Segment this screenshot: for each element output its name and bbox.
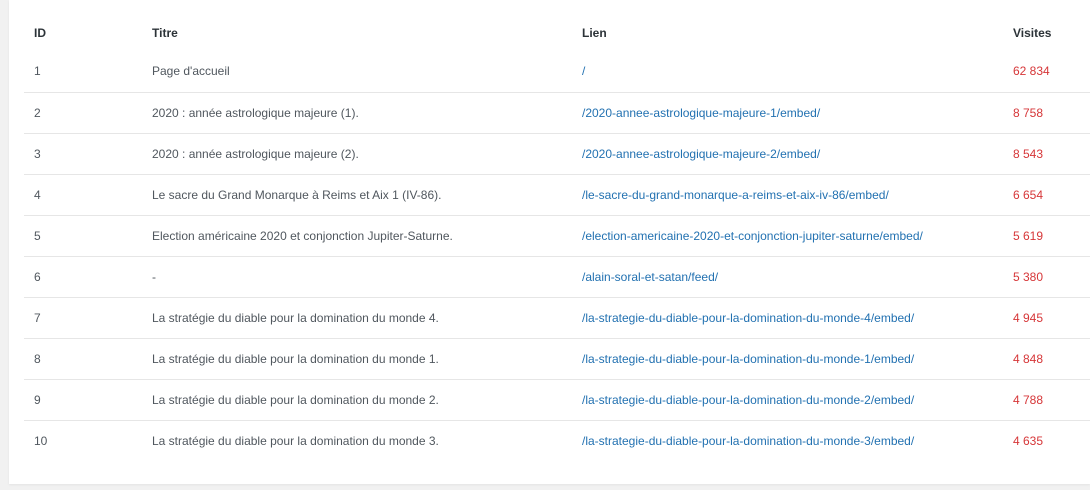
row-link-cell: / — [572, 53, 1003, 93]
row-id: 9 — [34, 393, 41, 407]
row-title: La stratégie du diable pour la dominatio… — [152, 352, 439, 366]
table-row: 3 2020 : année astrologique majeure (2). /… — [24, 134, 1090, 175]
row-id: 10 — [34, 434, 48, 448]
row-title: La stratégie du diable pour la dominatio… — [152, 434, 439, 448]
row-visits: 62 834 — [1013, 63, 1050, 78]
row-visits: 8 543 — [1013, 147, 1044, 161]
row-title: Page d'accueil — [152, 63, 230, 78]
row-id: 8 — [34, 352, 41, 366]
row-visits: 6 654 — [1013, 188, 1044, 202]
row-id: 2 — [34, 106, 41, 120]
row-id: 1 — [34, 63, 41, 78]
row-link[interactable]: /la-strategie-du-diable-pour-la-dominati… — [582, 434, 914, 448]
row-title: La stratégie du diable pour la dominatio… — [152, 393, 439, 407]
row-title: La stratégie du diable pour la dominatio… — [152, 311, 439, 325]
column-header-id[interactable]: ID — [24, 12, 142, 53]
row-id: 3 — [34, 147, 41, 161]
row-link[interactable]: /2020-annee-astrologique-majeure-2/embed… — [582, 147, 820, 161]
row-link[interactable]: /la-strategie-du-diable-pour-la-dominati… — [582, 352, 914, 366]
row-link-cell: /election-americaine-2020-et-conjonction… — [572, 216, 1003, 257]
column-header-title[interactable]: Titre — [142, 12, 572, 53]
row-visits: 5 619 — [1013, 229, 1044, 243]
row-link-cell: /la-strategie-du-diable-pour-la-dominati… — [572, 339, 1003, 380]
table-row: 5 Election américaine 2020 et conjonction… — [24, 216, 1090, 257]
row-visits: 4 848 — [1013, 352, 1044, 366]
row-link-cell: /alain-soral-et-satan/feed/ — [572, 257, 1003, 298]
row-id: 6 — [34, 270, 41, 284]
table-row: 1 Page d'accueil / 62 834 — [24, 53, 1090, 93]
row-link-cell: /la-strategie-du-diable-pour-la-dominati… — [572, 380, 1003, 421]
row-title: 2020 : année astrologique majeure (2). — [152, 147, 359, 161]
stats-card: ID Titre Lien Visites 1 Page d'accueil/62… — [9, 0, 1090, 484]
visits-table: ID Titre Lien Visites 1 Page d'accueil/62… — [24, 12, 1090, 461]
row-title: Election américaine 2020 et conjonction … — [152, 229, 453, 243]
row-link-cell: /la-strategie-du-diable-pour-la-dominati… — [572, 421, 1003, 462]
row-link[interactable]: /election-americaine-2020-et-conjonction… — [582, 229, 923, 243]
row-visits: 8 758 — [1013, 106, 1044, 120]
row-id: 4 — [34, 188, 41, 202]
table-row: 7 La stratégie du diable pour la dominati… — [24, 298, 1090, 339]
table-row: 6 - /alain-soral-et-satan/feed/5 380 — [24, 257, 1090, 298]
table-row: 4 Le sacre du Grand Monarque à Reims et A… — [24, 175, 1090, 216]
row-visits: 4 635 — [1013, 434, 1044, 448]
table-row: 9 La stratégie du diable pour la dominati… — [24, 380, 1090, 421]
table-row: 2 2020 : année astrologique majeure (1). /… — [24, 93, 1090, 134]
row-title: Le sacre du Grand Monarque à Reims et Ai… — [152, 188, 442, 202]
row-link[interactable]: / — [582, 64, 585, 78]
row-link-cell: /le-sacre-du-grand-monarque-a-reims-et-a… — [572, 175, 1003, 216]
column-header-visits[interactable]: Visites — [1003, 12, 1090, 53]
row-visits: 5 380 — [1013, 270, 1044, 284]
row-visits: 4 945 — [1013, 311, 1044, 325]
row-link[interactable]: /alain-soral-et-satan/feed/ — [582, 270, 718, 284]
table-header-row: ID Titre Lien Visites — [24, 12, 1090, 53]
row-visits: 4 788 — [1013, 393, 1044, 407]
row-link[interactable]: /la-strategie-du-diable-pour-la-dominati… — [582, 393, 914, 407]
row-title: - — [152, 270, 156, 284]
row-link[interactable]: /la-strategie-du-diable-pour-la-dominati… — [582, 311, 914, 325]
row-link-cell: /2020-annee-astrologique-majeure-1/embed… — [572, 93, 1003, 134]
row-title: 2020 : année astrologique majeure (1). — [152, 106, 359, 120]
row-id: 7 — [34, 311, 41, 325]
row-id: 5 — [34, 229, 41, 243]
row-link[interactable]: /2020-annee-astrologique-majeure-1/embed… — [582, 106, 820, 120]
row-link-cell: /la-strategie-du-diable-pour-la-dominati… — [572, 298, 1003, 339]
column-header-link[interactable]: Lien — [572, 12, 1003, 53]
table-row: 10 La stratégie du diable pour la dominat… — [24, 421, 1090, 462]
row-link-cell: /2020-annee-astrologique-majeure-2/embed… — [572, 134, 1003, 175]
row-link[interactable]: /le-sacre-du-grand-monarque-a-reims-et-a… — [582, 188, 889, 202]
table-row: 8 La stratégie du diable pour la dominati… — [24, 339, 1090, 380]
